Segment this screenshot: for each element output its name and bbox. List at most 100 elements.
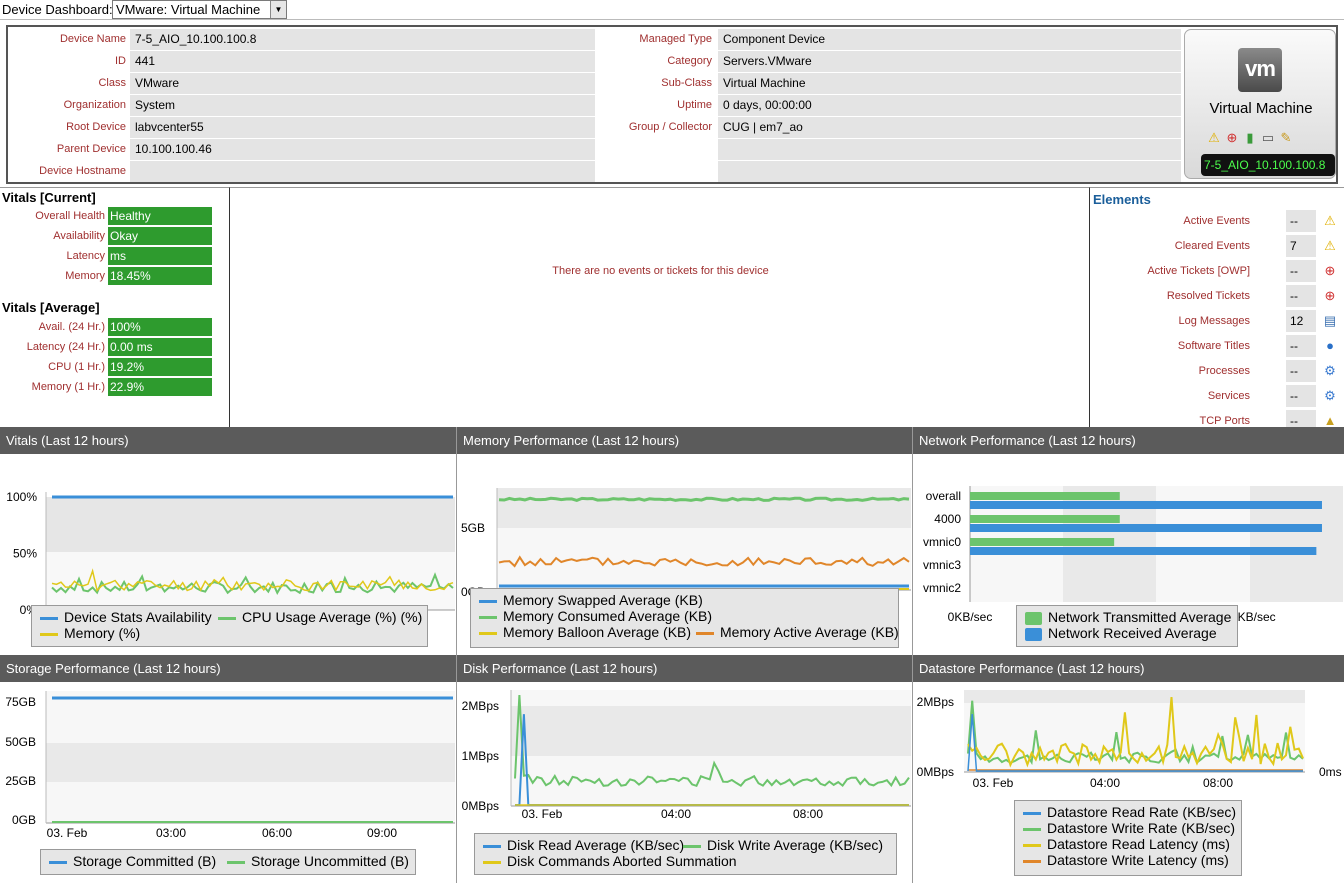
- bar-chart-icon[interactable]: ▮: [1241, 129, 1259, 147]
- lifebuoy-icon[interactable]: ⊕: [1321, 287, 1339, 305]
- legend-item[interactable]: Network Received Average: [1025, 625, 1217, 641]
- legend-item[interactable]: CPU Usage Average (%) (%): [218, 609, 422, 625]
- legend-swatch: [40, 616, 58, 620]
- legend-swatch: [479, 631, 497, 635]
- axis-tick-label: 25GB: [5, 774, 36, 788]
- warning-icon[interactable]: ⚠: [1321, 212, 1339, 230]
- legend-label: Memory Swapped Average (KB): [503, 592, 703, 608]
- panel-title: Memory Performance (Last 12 hours): [457, 427, 912, 454]
- legend-item[interactable]: Memory Active Average (KB): [696, 624, 899, 640]
- legend-swatch: [1025, 611, 1042, 625]
- vital-value: Okay: [108, 227, 212, 245]
- legend-item[interactable]: Disk Write Average (KB/sec): [683, 837, 883, 853]
- vital-label: CPU (1 Hr.): [48, 361, 105, 373]
- memory-chart-panel: Memory Performance (Last 12 hours) 5GB0G…: [457, 427, 913, 655]
- element-count: --: [1286, 285, 1316, 307]
- legend-item[interactable]: Device Stats Availability: [40, 609, 212, 625]
- legend-item[interactable]: Storage Uncommitted (B): [227, 853, 409, 869]
- axis-tick-label: 08:00: [793, 807, 823, 821]
- axis-tick-label: 75GB: [5, 695, 36, 709]
- network-chart-panel: Network Performance (Last 12 hours) over…: [913, 427, 1344, 655]
- element-label[interactable]: Resolved Tickets: [1090, 285, 1250, 307]
- legend-label: Disk Write Average (KB/sec): [707, 837, 884, 853]
- lifebuoy-icon[interactable]: ⊕: [1321, 262, 1339, 280]
- vital-label: Memory: [65, 270, 105, 282]
- element-row[interactable]: Resolved Tickets -- ⊕: [1090, 285, 1344, 307]
- legend-swatch: [40, 632, 58, 636]
- chart-legend: Disk Read Average (KB/sec) Disk Write Ave…: [474, 833, 897, 875]
- legend-item[interactable]: Datastore Write Latency (ms): [1023, 852, 1229, 868]
- legend-swatch: [1023, 827, 1041, 831]
- axis-tick-label: 2MBps: [917, 695, 954, 709]
- element-label[interactable]: TCP Ports: [1090, 410, 1250, 427]
- device-field-value: 10.100.100.46: [130, 139, 595, 160]
- legend-item[interactable]: Memory Consumed Average (KB): [479, 608, 712, 624]
- element-label[interactable]: Active Events: [1090, 210, 1250, 232]
- element-row[interactable]: Active Tickets [OWP] -- ⊕: [1090, 260, 1344, 282]
- device-field-value: labvcenter55: [130, 117, 595, 138]
- element-label[interactable]: Log Messages: [1090, 310, 1250, 332]
- legend-label: CPU Usage Average (%) (%): [242, 609, 423, 625]
- legend-swatch: [479, 599, 497, 603]
- legend-item[interactable]: Memory Swapped Average (KB): [479, 592, 703, 608]
- panel-title: Disk Performance (Last 12 hours): [457, 655, 912, 682]
- element-row[interactable]: Cleared Events 7 ⚠: [1090, 235, 1344, 257]
- element-row[interactable]: Processes -- ⚙: [1090, 360, 1344, 382]
- gear-icon[interactable]: ⚙: [1321, 362, 1339, 380]
- vital-label: Latency (24 Hr.): [26, 341, 105, 353]
- wrench-icon[interactable]: ✎: [1277, 129, 1295, 147]
- legend-label: Datastore Write Rate (KB/sec): [1047, 820, 1236, 836]
- gear-icon[interactable]: ⚙: [1321, 387, 1339, 405]
- legend-item[interactable]: Datastore Read Rate (KB/sec): [1023, 804, 1236, 820]
- warning-icon[interactable]: ⚠: [1205, 129, 1223, 147]
- element-label[interactable]: Software Titles: [1090, 335, 1250, 357]
- legend-item[interactable]: Network Transmitted Average: [1025, 609, 1231, 625]
- legend-item[interactable]: Datastore Write Rate (KB/sec): [1023, 820, 1235, 836]
- element-count: --: [1286, 385, 1316, 407]
- element-label[interactable]: Cleared Events: [1090, 235, 1250, 257]
- legend-item[interactable]: Datastore Read Latency (ms): [1023, 836, 1230, 852]
- dashboard-select[interactable]: VMware: Virtual Machine ▼: [112, 0, 287, 19]
- element-label[interactable]: Services: [1090, 385, 1250, 407]
- printer-icon[interactable]: ▭: [1259, 129, 1277, 147]
- device-name-badge: 7-5_AIO_10.100.100.8: [1201, 154, 1335, 176]
- no-events-message: There are no events or tickets for this …: [552, 265, 769, 277]
- dashboard-select-value: VMware: Virtual Machine: [116, 2, 261, 17]
- element-row[interactable]: TCP Ports -- ▲: [1090, 410, 1344, 427]
- device-field-value: Virtual Machine: [718, 73, 1181, 94]
- legend-item[interactable]: Memory Balloon Average (KB): [479, 624, 691, 640]
- legend-label: Disk Commands Aborted Summation: [507, 853, 737, 869]
- chevron-down-icon[interactable]: ▼: [270, 1, 286, 18]
- element-row[interactable]: Log Messages 12 ▤: [1090, 310, 1344, 332]
- element-row[interactable]: Active Events -- ⚠: [1090, 210, 1344, 232]
- axis-tick-label: 50%: [13, 547, 37, 561]
- chart-legend: Datastore Read Rate (KB/sec) Datastore Wr…: [1014, 800, 1242, 876]
- vital-label: Latency: [66, 250, 105, 262]
- dashboard-toolbar: Device Dashboard: VMware: Virtual Machin…: [0, 0, 1344, 20]
- axis-tick-label: 0ms: [1319, 765, 1342, 779]
- warning-icon[interactable]: ⚠: [1321, 237, 1339, 255]
- port-icon[interactable]: ▲: [1321, 412, 1339, 427]
- device-field-label: Group / Collector: [628, 121, 712, 133]
- element-label[interactable]: Active Tickets [OWP]: [1090, 260, 1250, 282]
- legend-swatch: [227, 860, 245, 864]
- legend-item[interactable]: Memory (%): [40, 625, 140, 641]
- document-icon[interactable]: ▤: [1321, 312, 1339, 330]
- element-count: --: [1286, 410, 1316, 427]
- plot-band: [497, 528, 911, 590]
- bar-transmitted: [970, 492, 1120, 500]
- legend-item[interactable]: Storage Committed (B): [49, 853, 216, 869]
- vital-label: Memory (1 Hr.): [31, 381, 105, 393]
- element-row[interactable]: Services -- ⚙: [1090, 385, 1344, 407]
- legend-item[interactable]: Disk Read Average (KB/sec): [483, 837, 684, 853]
- legend-item[interactable]: Disk Commands Aborted Summation: [483, 853, 737, 869]
- chart-legend: Device Stats Availability CPU Usage Avera…: [31, 605, 428, 647]
- element-row[interactable]: Software Titles -- ●: [1090, 335, 1344, 357]
- element-label[interactable]: Processes: [1090, 360, 1250, 382]
- plot-band: [46, 782, 455, 823]
- bar-received: [970, 524, 1322, 532]
- lifebuoy-icon[interactable]: ⊕: [1223, 129, 1241, 147]
- device-field-value: CUG | em7_ao: [718, 117, 1181, 138]
- legend-swatch: [1023, 811, 1041, 815]
- globe-icon[interactable]: ●: [1321, 337, 1339, 355]
